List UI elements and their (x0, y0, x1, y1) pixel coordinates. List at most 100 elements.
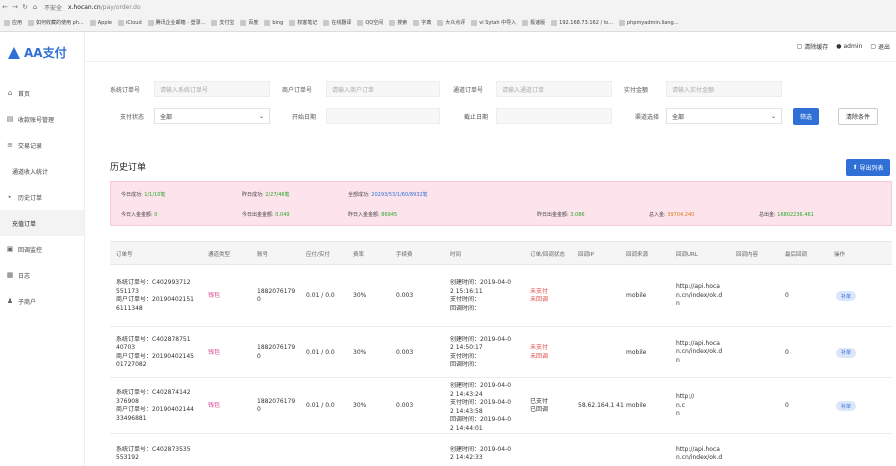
bookmark-label: bing (272, 19, 284, 26)
table-row[interactable]: 系统订单号：C402874142 376908 商户订单号：20190402144 3… (110, 378, 892, 434)
reload-icon[interactable]: ↻ (20, 3, 30, 11)
supplement-order-button[interactable]: 补单 (836, 401, 856, 411)
bookmark-item[interactable]: QQ空间 (357, 19, 383, 26)
export-list-button[interactable]: ⬆ 导出列表 (846, 159, 890, 176)
column-header[interactable]: 手续费 (396, 250, 413, 258)
monitor-icon: ▣ (6, 245, 14, 253)
bookmark-item[interactable]: 字典 (413, 19, 431, 26)
column-header[interactable]: 回调IP (578, 250, 594, 258)
sidebar-item-sub-merchants[interactable]: ♟ 子商户 (0, 288, 84, 314)
clear-filters-button[interactable]: 清除条件 (838, 108, 878, 125)
bookmark-item[interactable]: 在线翻译 (323, 19, 351, 26)
column-header[interactable]: 订单/回调状态 (530, 250, 565, 258)
system-order-input[interactable]: 请输入系统订单号 (154, 81, 270, 97)
app-logo[interactable]: AA支付 (8, 44, 67, 61)
bookmark-item[interactable]: iCloud (117, 19, 142, 26)
column-header[interactable]: 订单号 (116, 250, 133, 258)
bookmark-item[interactable]: 搜索 (389, 19, 407, 26)
user-menu[interactable]: ● admin (836, 42, 862, 51)
column-header[interactable]: 通道类型 (208, 250, 230, 258)
clear-cache-link[interactable]: ▢ 清除缓存 (797, 42, 829, 51)
bookmark-icon (147, 19, 154, 26)
channel-select[interactable]: 全部 ⌄ (666, 108, 782, 124)
order-number: 40703 (116, 344, 136, 351)
security-indicator[interactable]: 不安全 (44, 3, 62, 12)
bookmark-item[interactable]: 支付宝 (211, 19, 234, 26)
order-number: 6111348 (116, 304, 143, 312)
sidebar: AA支付 ⌂ 首页 ▤ 收款账号管理 ≡ 交易记录 通道收入统计 ▸ 历史订单 充值订单 ▣ 回调监控… (0, 32, 85, 466)
upstream-order-input[interactable]: 请输入通道订单 (496, 81, 612, 97)
bookmark-item[interactable]: 192.168.73.162 / lo... (551, 19, 613, 26)
bookmark-item[interactable]: 大众点评 (437, 19, 465, 26)
account-number: 1882076179 (257, 344, 296, 351)
bookmark-label: 字典 (421, 20, 432, 26)
sidebar-item-channel-stats[interactable]: 通道收入统计 (0, 158, 84, 184)
sidebar-item-transactions[interactable]: ≡ 交易记录 (0, 132, 84, 158)
rate-value: 30% (353, 292, 367, 299)
column-header[interactable]: 时间 (450, 250, 461, 258)
sidebar-item-recharge-orders[interactable]: 充值订单 (0, 210, 84, 236)
column-header[interactable]: 回调来源 (626, 250, 648, 258)
bookmark-label: iCloud (125, 19, 142, 26)
log-icon: ▦ (6, 271, 14, 279)
end-date-input[interactable] (496, 108, 612, 124)
bookmark-item[interactable]: 百度 (240, 19, 258, 26)
bookmark-label: phpmyadmin.liang... (626, 19, 679, 26)
amount-value: 0.01 / 0.0 (306, 348, 335, 356)
address-bar[interactable]: ← → ↻ ⌂ 不安全 x.hocan.cn/pay/order.do (0, 0, 896, 14)
account-number: 0 (257, 296, 261, 303)
column-header[interactable]: 回调内容 (736, 250, 758, 258)
column-header[interactable]: 应付/实付 (306, 250, 330, 258)
sidebar-item-home[interactable]: ⌂ 首页 (0, 80, 84, 106)
sidebar-item-logs[interactable]: ▦ 日志 (0, 262, 84, 288)
amount-value: 0.01 / 0.0 (306, 292, 335, 299)
stat-today-success: 今日成功: 1/1/10笔 (121, 192, 166, 198)
search-button[interactable]: 筛选 (793, 108, 819, 125)
back-icon[interactable]: ← (0, 3, 10, 11)
bookmark-item[interactable]: 极速版 (522, 19, 545, 26)
sidebar-item-label: 收款账号管理 (18, 116, 55, 124)
merchant-order-input[interactable]: 请输入商户订单 (326, 81, 440, 97)
column-header[interactable]: 费率 (353, 250, 364, 258)
amount-input[interactable]: 请输入实付金额 (666, 81, 782, 97)
table-row[interactable]: 系统订单号：C402993712 551173 商户订单号：20190402151 6… (110, 265, 892, 327)
supplement-order-button[interactable]: 补单 (836, 347, 856, 358)
forward-icon[interactable]: → (10, 3, 20, 11)
column-header[interactable]: 最后回调 (785, 250, 807, 258)
merchant-order-label: 商户订单号 (282, 87, 313, 94)
table-row[interactable]: 系统订单号：C402873535 553192 创建时间：2019-04-0 2 14… (110, 434, 892, 466)
column-header[interactable]: 操作 (834, 250, 845, 258)
sidebar-item-callback-monitor[interactable]: ▣ 回调监控 (0, 236, 84, 262)
supplement-order-button[interactable]: 补单 (836, 291, 856, 301)
bookmark-label: 大众点评 (445, 20, 466, 26)
bookmark-item[interactable]: phpmyadmin.liang... (618, 19, 679, 26)
stat-yesterday-success: 昨日成功: 2/27/46笔 (242, 192, 290, 198)
column-header[interactable]: 账号 (257, 250, 268, 258)
url-text[interactable]: x.hocan.cn/pay/order.do (68, 4, 141, 11)
bookmark-item[interactable]: 如何收藏的使用 ph... (28, 19, 84, 26)
status-select[interactable]: 全部 ⌄ (154, 108, 270, 124)
bookmark-item[interactable]: Apple (89, 19, 112, 26)
callback-url: n.cn/index/ok.d (676, 454, 723, 461)
bookmark-item[interactable]: vi Sytah 中导入 (471, 19, 516, 26)
bookmark-icon (471, 19, 478, 26)
sidebar-item-accounts[interactable]: ▤ 收款账号管理 (0, 106, 84, 132)
bookmark-item[interactable]: 应用 (4, 19, 22, 26)
bookmark-item[interactable]: 权客笔记 (289, 19, 317, 26)
start-date-input[interactable] (326, 108, 440, 124)
column-header[interactable]: 回调URL (676, 250, 698, 258)
bookmark-label: 支付宝 (219, 20, 235, 26)
time-info: 支付时间： (450, 352, 481, 360)
table-row[interactable]: 系统订单号：C402878751 40703 商户订单号：20190402145 01… (110, 327, 892, 378)
top-header: ▢ 清除缓存 ● admin ▢ 退出 (86, 32, 896, 62)
logout-link[interactable]: ▢ 退出 (870, 42, 890, 51)
sidebar-item-history-orders[interactable]: ▸ 历史订单 (0, 184, 84, 210)
home-icon[interactable]: ⌂ (30, 3, 40, 11)
sidebar-item-label: 交易记录 (18, 142, 43, 150)
bookmark-label: 权客笔记 (297, 20, 318, 26)
bookmark-item[interactable]: bing (264, 19, 284, 26)
bookmark-icon (357, 19, 364, 26)
bookmark-item[interactable]: 腾讯企业邮箱 - 登录... (147, 19, 205, 26)
order-number: 系统订单号：C402874142 (116, 389, 191, 396)
callback-url: n.c (676, 401, 686, 409)
